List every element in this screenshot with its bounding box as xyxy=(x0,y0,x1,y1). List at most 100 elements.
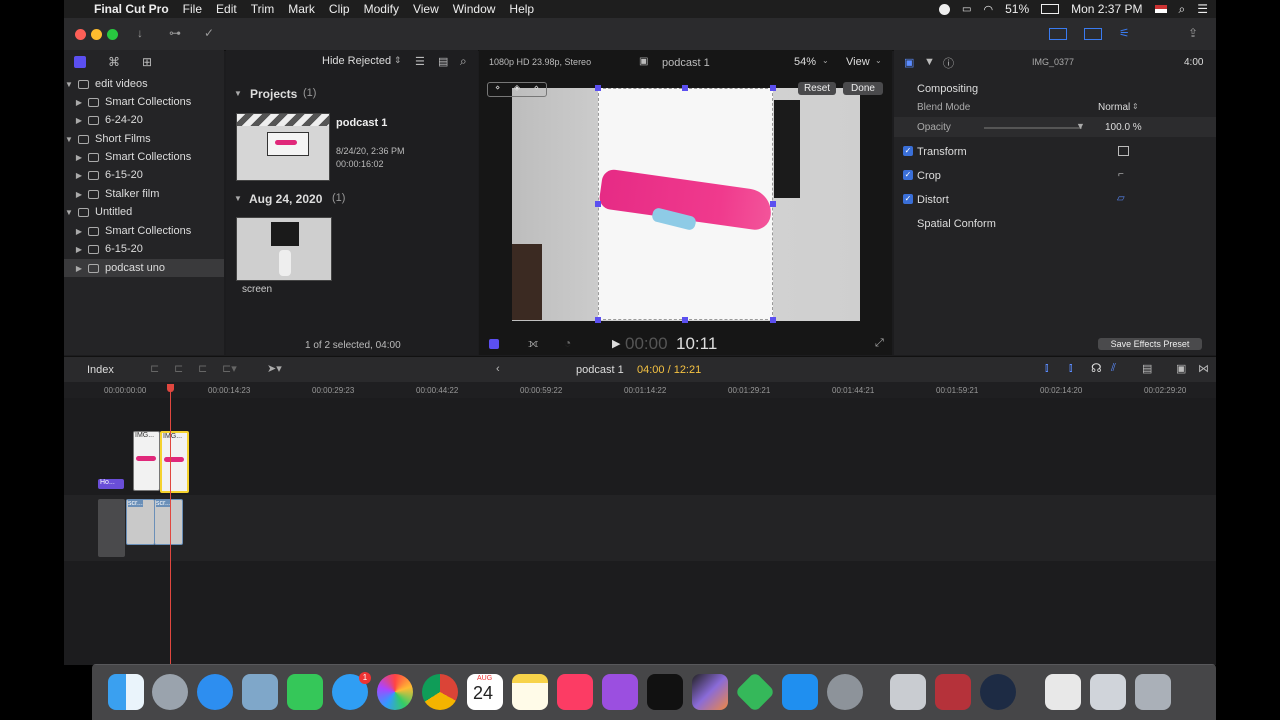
disclosure-closed-icon[interactable]: ▶ xyxy=(74,116,84,125)
crop-handle-bottom[interactable] xyxy=(682,317,688,323)
zoom-window-button[interactable] xyxy=(107,29,118,40)
opacity-slider[interactable] xyxy=(984,127,1082,129)
info-inspector-icon[interactable]: ⓘ xyxy=(943,55,954,71)
facetime-icon[interactable] xyxy=(287,674,323,710)
library-edit-videos[interactable]: ▼ edit videos xyxy=(64,75,224,93)
event-podcast-uno[interactable]: ▶ podcast uno xyxy=(64,259,224,277)
skimming-icon[interactable]: ⫾ xyxy=(1045,362,1049,375)
menu-mark[interactable]: Mark xyxy=(288,2,315,16)
speed-icon[interactable]: ◔ xyxy=(564,336,571,350)
save-effects-preset-button[interactable]: Save Effects Preset xyxy=(1098,338,1202,350)
keywords-icon[interactable]: ⊶ xyxy=(169,26,181,40)
search-icon[interactable]: ⌕ xyxy=(460,54,467,69)
zoom-dropdown[interactable]: 54% xyxy=(794,56,816,68)
titles-generators-icon[interactable]: ⊞ xyxy=(142,55,152,69)
launchpad-icon[interactable] xyxy=(152,674,188,710)
video-inspector-icon[interactable]: ▣ xyxy=(904,56,914,69)
disclosure-open-icon[interactable]: ▼ xyxy=(64,208,74,217)
list-view-icon[interactable]: ☰ xyxy=(415,55,425,68)
distort-checkbox[interactable]: ✓ xyxy=(903,194,913,204)
photos-icon[interactable] xyxy=(377,674,413,710)
import-icon[interactable]: ↓ xyxy=(137,26,143,40)
menu-help[interactable]: Help xyxy=(509,2,534,16)
music-icon[interactable] xyxy=(557,674,593,710)
view-dropdown[interactable]: View xyxy=(846,56,870,68)
playhead-head[interactable] xyxy=(167,384,174,392)
audio-skimming-icon[interactable]: ⫾ xyxy=(1069,362,1073,375)
record-icon[interactable] xyxy=(939,3,951,15)
menu-clip[interactable]: Clip xyxy=(329,2,350,16)
clip-name[interactable]: screen xyxy=(242,284,272,295)
final-cut-pro-icon[interactable] xyxy=(692,674,728,710)
color-inspector-icon[interactable]: ▼ xyxy=(924,56,935,68)
event-stalker-film[interactable]: ▶ Stalker film xyxy=(64,185,234,203)
system-preferences-icon[interactable] xyxy=(827,674,863,710)
timeline-screen-clip-2[interactable]: scr... xyxy=(154,499,183,545)
opacity-slider-knob[interactable]: ▼ xyxy=(1076,121,1085,131)
transform-tool-icon[interactable]: ⟗ xyxy=(528,336,539,351)
timeline-clip-img-1[interactable]: IMG... xyxy=(133,431,160,491)
playhead[interactable] xyxy=(170,384,171,664)
folder-smart-collections[interactable]: ▶ Smart Collections xyxy=(64,148,234,166)
folder-smart-collections[interactable]: ▶ Smart Collections xyxy=(64,222,234,240)
crop-mode-icon[interactable]: ◈ xyxy=(507,83,526,96)
opacity-value[interactable]: 100.0 % xyxy=(1105,122,1142,133)
clip-appearance-icon[interactable]: ▤ xyxy=(1142,362,1152,375)
disclosure-closed-icon[interactable]: ▶ xyxy=(74,153,84,162)
chrome-icon[interactable] xyxy=(422,674,458,710)
apple-tv-icon[interactable] xyxy=(647,674,683,710)
timeline-clip-img-2[interactable]: IMG... xyxy=(160,431,189,493)
timeline-title-clip[interactable]: Ho... xyxy=(98,479,124,489)
library-untitled[interactable]: ▼ Untitled xyxy=(64,203,224,221)
disclosure-closed-icon[interactable]: ▶ xyxy=(74,245,84,254)
project-thumbnail[interactable] xyxy=(236,113,330,181)
transitions-browser-icon[interactable]: ⋈ xyxy=(1198,362,1209,375)
disclosure-closed-icon[interactable]: ▶ xyxy=(74,190,84,199)
spotlight-icon[interactable]: ⌕ xyxy=(1179,2,1186,17)
crop-handle-bottom-left[interactable] xyxy=(595,317,601,323)
menu-app-name[interactable]: Final Cut Pro xyxy=(94,2,169,16)
timeline-gap-clip[interactable] xyxy=(98,499,125,557)
battery-icon[interactable] xyxy=(1041,4,1060,14)
transform-icon[interactable] xyxy=(1118,146,1129,156)
document-icon[interactable] xyxy=(1045,674,1081,710)
preview-icon[interactable] xyxy=(242,674,278,710)
photo-booth-icon[interactable] xyxy=(935,674,971,710)
libraries-icon[interactable] xyxy=(74,56,86,68)
transform-checkbox[interactable]: ✓ xyxy=(903,146,913,156)
battery-percent[interactable]: 51% xyxy=(1005,2,1029,16)
disclosure-open-icon[interactable]: ▼ xyxy=(64,80,74,89)
disclosure-closed-icon[interactable]: ▶ xyxy=(74,171,84,180)
crop-handle-top-left[interactable] xyxy=(595,85,601,91)
clip-filter-dropdown[interactable]: Hide Rejected xyxy=(322,55,391,67)
downloads-stack-icon[interactable] xyxy=(1090,674,1126,710)
safari-icon[interactable] xyxy=(197,674,233,710)
clip-thumbnail[interactable] xyxy=(236,217,332,281)
timeline-screen-clip-1[interactable]: scr... xyxy=(126,499,155,545)
menu-edit[interactable]: Edit xyxy=(216,2,237,16)
layout-browser-icon[interactable] xyxy=(1049,28,1067,40)
crop-handle-left[interactable] xyxy=(595,201,601,207)
ken-burns-mode-icon[interactable]: ⋄ xyxy=(527,83,546,96)
airplay-icon[interactable]: ▭ xyxy=(962,4,971,15)
app-store-icon[interactable] xyxy=(782,674,818,710)
timeline-ruler[interactable]: 00:00:00:00 00:00:14:23 00:00:29:23 00:0… xyxy=(64,382,1216,398)
menu-file[interactable]: File xyxy=(183,2,202,16)
disclosure-open-icon[interactable]: ▼ xyxy=(64,135,74,144)
trash-icon[interactable] xyxy=(1135,674,1171,710)
project-name[interactable]: podcast 1 xyxy=(336,117,387,129)
quicktime-icon[interactable] xyxy=(980,674,1016,710)
play-button[interactable]: ▶ xyxy=(612,337,620,350)
timeline-back-icon[interactable]: ‹ xyxy=(496,363,500,375)
blend-mode-dropdown[interactable]: Normal xyxy=(1098,102,1130,113)
podcasts-icon[interactable] xyxy=(602,674,638,710)
close-window-button[interactable] xyxy=(75,29,86,40)
crop-handle-bottom-right[interactable] xyxy=(770,317,776,323)
done-button[interactable]: Done xyxy=(843,82,883,95)
effects-browser-icon[interactable]: ▣ xyxy=(1176,362,1186,375)
disclosure-open-icon[interactable]: ▼ xyxy=(234,89,242,98)
fullscreen-icon[interactable]: ⤢ xyxy=(875,337,884,350)
photos-audio-icon[interactable]: ⌘ xyxy=(108,55,120,69)
flag-icon[interactable] xyxy=(1154,5,1167,13)
headphones-icon[interactable]: ☊ xyxy=(1091,361,1102,375)
